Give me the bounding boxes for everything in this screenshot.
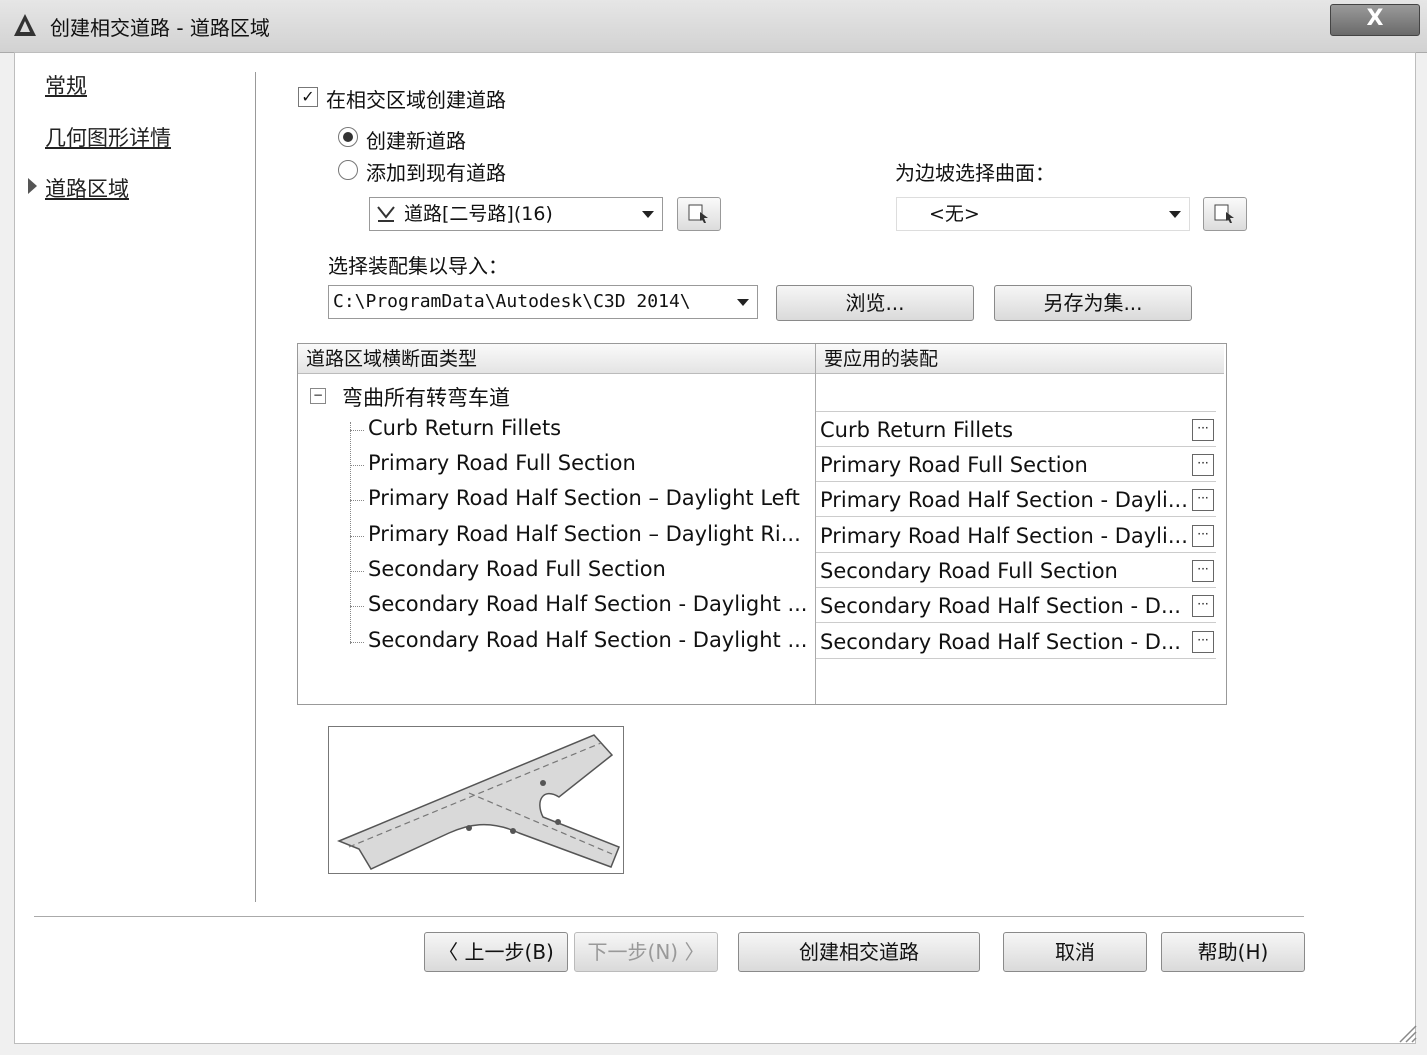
corridor-icon	[377, 206, 395, 222]
assembly-value: Secondary Road Half Section - D...	[820, 630, 1181, 654]
ellipsis-button[interactable]: ···	[1192, 631, 1214, 653]
create-new-label: 创建新道路	[366, 129, 466, 153]
tree-branch	[350, 500, 364, 501]
ellipsis-button[interactable]: ···	[1192, 595, 1214, 617]
dialog-window: 创建相交道路 - 道路区域 X 常规 几何图形详情 道路区域 ✓ 在相交区域创建…	[0, 0, 1427, 1055]
surface-select-value: <无>	[929, 203, 980, 225]
surface-select[interactable]: <无>	[896, 197, 1190, 231]
chevron-down-icon	[737, 299, 749, 306]
ellipsis-button[interactable]: ···	[1192, 560, 1214, 582]
pick-corridor-button[interactable]	[677, 197, 721, 231]
intersection-diagram	[337, 734, 620, 870]
autocad-app-icon	[14, 14, 36, 36]
assembly-set-path: C:\ProgramData\Autodesk\C3D 2014\	[333, 291, 691, 312]
column-header-assembly[interactable]: 要应用的装配	[816, 344, 1224, 374]
assembly-value: Primary Road Full Section	[820, 453, 1088, 477]
create-intersection-button[interactable]: 创建相交道路	[738, 932, 980, 972]
resize-grip-icon[interactable]	[1394, 1020, 1418, 1044]
tree-branch	[350, 536, 364, 537]
collapse-icon[interactable]: −	[310, 388, 326, 404]
intersection-preview-image	[328, 726, 624, 874]
tree-branch	[350, 465, 364, 466]
ellipsis-button[interactable]: ···	[1192, 525, 1214, 547]
tree-connector	[350, 422, 351, 644]
tree-branch	[350, 571, 364, 572]
nav-divider	[255, 72, 256, 902]
footer-divider	[34, 916, 1304, 917]
ellipsis-button[interactable]: ···	[1192, 419, 1214, 441]
pick-from-drawing-icon	[1214, 204, 1234, 223]
group-assembly-cell	[816, 378, 1216, 412]
region-type-label: Primary Road Half Section – Daylight Ri.…	[368, 522, 801, 546]
region-type-label: Secondary Road Half Section - Daylight .…	[368, 592, 808, 616]
region-type-label: Primary Road Full Section	[368, 451, 636, 475]
region-type-label: Curb Return Fillets	[368, 416, 562, 440]
pick-from-drawing-icon	[688, 204, 708, 223]
chevron-down-icon	[642, 211, 654, 218]
chevron-down-icon	[1169, 211, 1181, 218]
table-row[interactable]: Curb Return Fillets ···	[816, 413, 1216, 447]
surface-label: 为边坡选择曲面：	[895, 161, 1055, 185]
current-page-arrow-icon	[28, 178, 37, 194]
assembly-value: Primary Road Half Section - Dayli...	[820, 524, 1188, 548]
add-existing-radio[interactable]	[338, 160, 358, 180]
tree-branch	[350, 430, 364, 431]
tree-branch	[350, 642, 364, 643]
ellipsis-button[interactable]: ···	[1192, 454, 1214, 476]
table-row[interactable]: Secondary Road Half Section - D... ···	[816, 625, 1216, 659]
title-bar: 创建相交道路 - 道路区域 X	[0, 0, 1427, 53]
table-row[interactable]: Primary Road Full Section ···	[816, 448, 1216, 482]
table-row[interactable]: Primary Road Half Section - Dayli... ···	[816, 519, 1216, 553]
create-new-radio[interactable]	[338, 127, 358, 147]
nav-item-corridor-regions[interactable]: 道路区域	[45, 173, 129, 203]
column-header-region-type[interactable]: 道路区域横断面类型	[298, 344, 815, 374]
corridor-select[interactable]: 道路[二号路](16)	[369, 197, 663, 231]
region-type-label: Primary Road Half Section – Daylight Lef…	[368, 486, 800, 510]
table-row[interactable]: Secondary Road Full Section ···	[816, 554, 1216, 588]
nav-item-general[interactable]: 常规	[45, 70, 87, 100]
ellipsis-button[interactable]: ···	[1192, 489, 1214, 511]
close-button[interactable]: X	[1330, 4, 1420, 36]
table-row[interactable]: Secondary Road Half Section - D... ···	[816, 589, 1216, 623]
assembly-value: Curb Return Fillets	[820, 418, 1014, 442]
assembly-value: Primary Road Half Section - Dayli...	[820, 488, 1188, 512]
group-label: 弯曲所有转弯车道	[342, 386, 510, 410]
region-type-label: Secondary Road Full Section	[368, 557, 666, 581]
create-corridor-label: 在相交区域创建道路	[326, 88, 506, 112]
corridor-select-value: 道路[二号路](16)	[404, 203, 553, 225]
nav-item-geometry-details[interactable]: 几何图形详情	[45, 122, 171, 152]
region-assembly-grid: 道路区域横断面类型 要应用的装配 − 弯曲所有转弯车道 Curb Return …	[297, 343, 1227, 705]
tree-branch	[350, 606, 364, 607]
help-button[interactable]: 帮助(H)	[1161, 932, 1305, 972]
table-row[interactable]: Primary Road Half Section - Dayli... ···	[816, 483, 1216, 517]
create-corridor-checkbox[interactable]: ✓	[298, 87, 318, 107]
next-button[interactable]: 下一步(N) 〉	[574, 932, 718, 972]
assembly-value: Secondary Road Full Section	[820, 559, 1118, 583]
back-button[interactable]: 〈 上一步(B)	[424, 932, 568, 972]
cancel-button[interactable]: 取消	[1003, 932, 1147, 972]
assembly-set-select[interactable]: C:\ProgramData\Autodesk\C3D 2014\	[328, 285, 758, 319]
region-type-label: Secondary Road Half Section - Daylight .…	[368, 628, 808, 652]
assembly-value: Secondary Road Half Section - D...	[820, 594, 1181, 618]
assembly-set-label: 选择装配集以导入：	[328, 254, 508, 278]
add-existing-label: 添加到现有道路	[366, 161, 506, 185]
save-as-set-button[interactable]: 另存为集...	[994, 285, 1192, 321]
window-title: 创建相交道路 - 道路区域	[50, 16, 270, 40]
browse-button[interactable]: 浏览...	[776, 285, 974, 321]
pick-surface-button[interactable]	[1203, 197, 1247, 231]
